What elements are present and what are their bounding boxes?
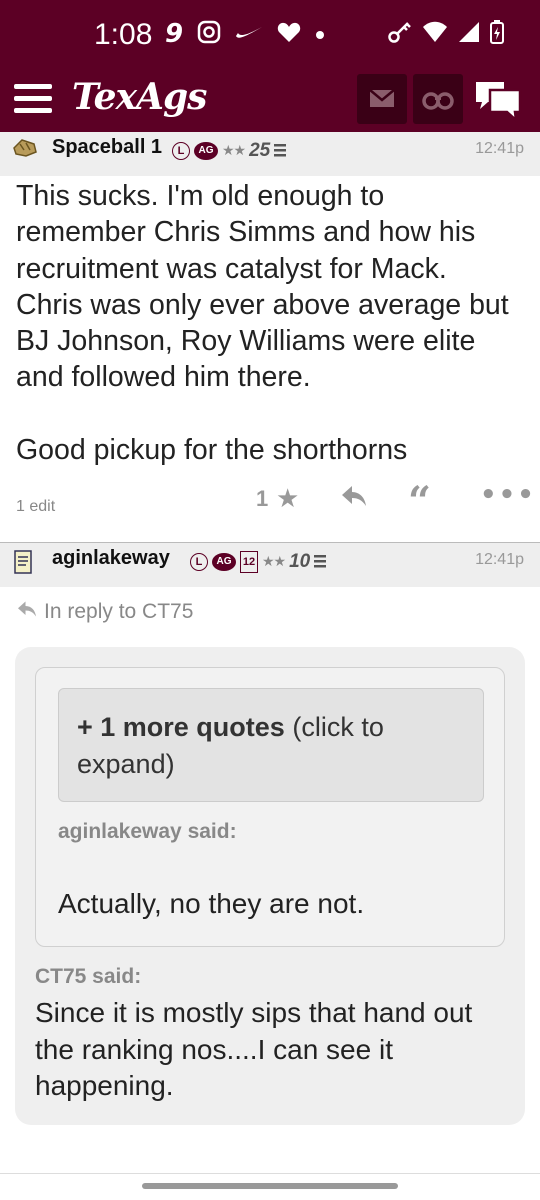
mail-icon bbox=[369, 89, 395, 107]
user-rank: 10 bbox=[289, 551, 311, 572]
status-time: 1:08 bbox=[94, 18, 153, 51]
like-count: 1 bbox=[256, 486, 269, 511]
nike-icon bbox=[235, 24, 263, 44]
status-bar: 1:08 9 bbox=[0, 0, 540, 70]
post-author[interactable]: aginlakeway bbox=[52, 547, 170, 570]
user-avatar-icon bbox=[12, 549, 34, 580]
user-badges: L AG 12 ★★ 10 bbox=[190, 551, 327, 573]
more-icon[interactable]: ••• bbox=[480, 480, 536, 510]
wifi-icon bbox=[422, 21, 448, 47]
texags-logo[interactable]: TexAgs bbox=[72, 76, 207, 118]
user-avatar-icon bbox=[12, 138, 38, 163]
user-rank: 25 bbox=[249, 140, 271, 161]
post-body: This sucks. I'm old enough to remember C… bbox=[16, 180, 509, 467]
more-quotes-count: + 1 more quotes bbox=[77, 712, 285, 742]
user-stars: ★★ bbox=[222, 143, 246, 159]
binoculars-button[interactable] bbox=[413, 74, 463, 124]
quote-attribution: aginlakeway said: bbox=[58, 820, 237, 843]
signal-icon bbox=[458, 21, 480, 47]
nested-quote-block: + 1 more quotes (click to expand) aginla… bbox=[35, 667, 505, 947]
badge-l: L bbox=[172, 142, 190, 160]
badge-l: L bbox=[190, 553, 208, 571]
user-badges: L AG ★★ 25 bbox=[172, 140, 287, 162]
nine-icon: 9 bbox=[165, 19, 184, 49]
chat-icon[interactable] bbox=[474, 76, 524, 126]
divider bbox=[0, 1173, 540, 1174]
key-icon bbox=[388, 20, 412, 48]
app-bar: TexAgs bbox=[0, 70, 540, 132]
instagram-icon bbox=[197, 20, 221, 48]
battery-icon bbox=[490, 20, 504, 48]
post-time: 12:41p bbox=[475, 551, 524, 568]
quote-attribution: CT75 said: bbox=[35, 965, 142, 988]
rank-bars-icon bbox=[314, 553, 327, 572]
badge-ag: AG bbox=[194, 142, 218, 160]
heart-icon bbox=[277, 21, 301, 47]
menu-icon[interactable] bbox=[14, 84, 52, 114]
post-header: Spaceball 1 L AG ★★ 25 12:41p bbox=[0, 132, 540, 176]
reply-arrow-icon bbox=[16, 600, 38, 623]
status-notification-icons: 9 bbox=[165, 20, 325, 48]
expand-quotes-button[interactable]: + 1 more quotes (click to expand) bbox=[58, 688, 484, 802]
quote-block: + 1 more quotes (click to expand) aginla… bbox=[15, 647, 525, 1125]
mail-button[interactable] bbox=[357, 74, 407, 124]
quote-icon[interactable]: “ bbox=[408, 478, 431, 525]
dot-icon bbox=[315, 25, 325, 44]
gesture-nav-bar[interactable] bbox=[142, 1183, 398, 1189]
post-actions: 1 ★ “ ••• bbox=[0, 478, 540, 525]
quote-text: Since it is mostly sips that hand out th… bbox=[35, 997, 473, 1101]
user-stars: ★★ bbox=[262, 554, 286, 570]
in-reply-to-link[interactable]: In reply to CT75 bbox=[16, 600, 193, 624]
post-time: 12:41p bbox=[475, 140, 524, 157]
status-system-icons bbox=[388, 20, 504, 48]
rank-bars-icon bbox=[274, 142, 287, 161]
binoculars-icon bbox=[422, 92, 454, 110]
expand-quotes-label: + 1 more quotes (click to expand) bbox=[77, 709, 477, 783]
badge-12: 12 bbox=[240, 551, 258, 573]
star-icon[interactable]: ★ bbox=[276, 484, 299, 514]
post-header: aginlakeway L AG 12 ★★ 10 12:41p bbox=[0, 542, 540, 587]
quote-text: Actually, no they are not. bbox=[58, 888, 365, 919]
in-reply-to-text: In reply to CT75 bbox=[44, 600, 194, 623]
post-author[interactable]: Spaceball 1 bbox=[52, 136, 162, 159]
reply-icon[interactable] bbox=[340, 484, 368, 515]
badge-ag: AG bbox=[212, 553, 236, 571]
